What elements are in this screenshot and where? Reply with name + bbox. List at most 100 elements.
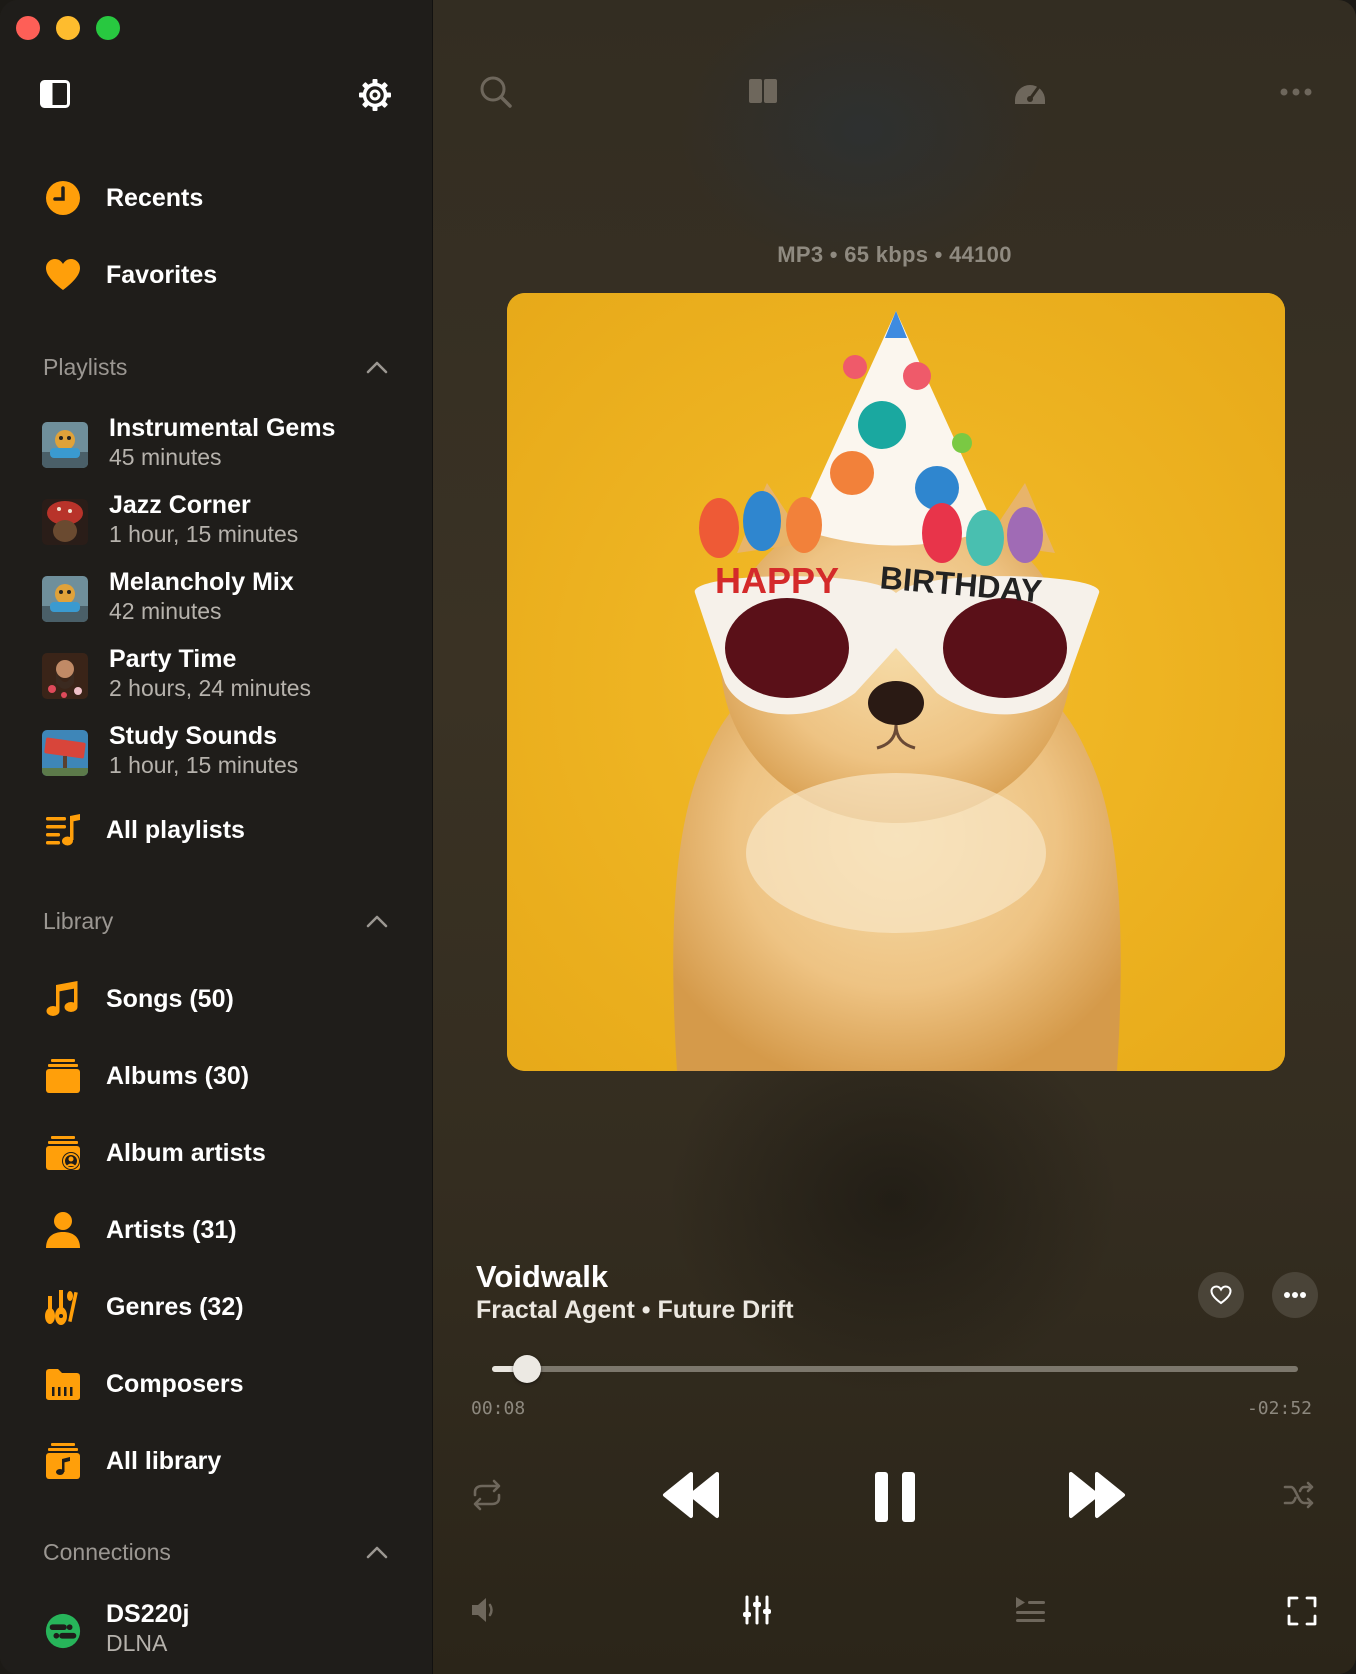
connections-section-header[interactable]: Connections [0,1533,432,1573]
piano-folder-icon [44,1365,82,1403]
remaining-time: -02:52 [1246,1398,1312,1419]
app-window: Recents Favorites Playlists Instrumental… [0,0,1356,1674]
heart-icon [44,256,82,294]
sidebar-item-songs[interactable]: Songs (50) [0,969,432,1029]
playlist-thumbnail [42,653,88,699]
library-section-header[interactable]: Library [0,902,432,942]
playlist-thumbnail [42,422,88,468]
gear-icon[interactable] [358,78,392,112]
pause-icon [875,1472,915,1522]
progress-knob[interactable] [513,1355,542,1383]
library-icon [44,1442,82,1480]
favorite-button[interactable] [1198,1272,1244,1318]
playlist-name: Jazz Corner [109,491,251,519]
playlists-section-header[interactable]: Playlists [0,348,432,388]
sidebar-item-label: Composers [106,1369,244,1398]
lyrics-book-icon[interactable] [743,72,783,112]
chevron-up-icon [366,915,388,928]
sidebar-item-label: Songs (50) [106,984,234,1013]
connection-name: DS220j [106,1600,190,1628]
sidebar-item-label: Artists (31) [106,1215,237,1244]
more-options-icon[interactable] [1276,72,1316,112]
connection-type: DLNA [106,1630,168,1656]
sidebar-item-label: All library [106,1446,222,1475]
elapsed-time: 00:08 [471,1398,526,1419]
player-panel: MP3 • 65 kbps • 44100 HAPPY BIRTHDAY Voi… [433,0,1356,1674]
sidebar-item-composers[interactable]: Composers [0,1354,432,1414]
clock-icon [44,179,82,217]
speaker-icon [472,1598,493,1622]
track-artist-album[interactable]: Fractal Agent • Future Drift [476,1296,794,1325]
speedometer-icon[interactable] [1010,72,1050,112]
playlist-item[interactable]: Jazz Corner 1 hour, 15 minutes [0,487,432,557]
close-window-button[interactable] [16,16,40,40]
playlist-item[interactable]: Party Time 2 hours, 24 minutes [0,641,432,711]
sidebar-item-label: Album artists [106,1138,266,1167]
playlist-duration: 45 minutes [109,444,222,470]
next-track-button[interactable] [1067,1470,1127,1525]
sidebar-item-label: Genres (32) [106,1292,244,1321]
network-server-icon [44,1612,82,1650]
playlist-duration: 1 hour, 15 minutes [109,752,299,778]
sidebar-item-all-library[interactable]: All library [0,1431,432,1491]
sidebar-item-genres[interactable]: Genres (32) [0,1277,432,1337]
expand-icon [1287,1596,1317,1626]
playlist-duration: 1 hour, 15 minutes [109,521,299,547]
sidebar-item-label: Favorites [106,260,218,289]
sidebar: Recents Favorites Playlists Instrumental… [0,0,433,1674]
chevron-up-icon [366,361,388,374]
playlist-thumbnail [42,730,88,776]
repeat-button[interactable] [470,1478,504,1517]
forward-icon [1069,1472,1125,1518]
equalizer-sliders-icon [743,1595,771,1625]
playlist-name: Instrumental Gems [109,414,336,442]
track-more-button[interactable] [1272,1272,1318,1318]
search-icon[interactable] [476,72,516,112]
repeat-icon [473,1479,501,1511]
volume-button[interactable] [469,1594,501,1631]
minimize-window-button[interactable] [56,16,80,40]
section-title: Playlists [43,354,128,380]
equalizer-button[interactable] [741,1594,773,1631]
audio-format-info: MP3 • 65 kbps • 44100 [777,242,1012,267]
playlist-item[interactable]: Melancholy Mix 42 minutes [0,564,432,634]
album-artwork: HAPPY BIRTHDAY [507,293,1285,1071]
queue-list-icon [1016,1597,1045,1622]
playlist-name: Study Sounds [109,722,278,750]
section-title: Connections [43,1539,171,1565]
playlist-item[interactable]: Instrumental Gems 45 minutes [0,410,432,480]
playlist-name: Party Time [109,645,237,673]
zoom-window-button[interactable] [96,16,120,40]
playlist-thumbnail [42,576,88,622]
connection-item-ds220j[interactable]: DS220j DLNA [0,1596,432,1666]
music-note-icon [44,980,82,1018]
backward-icon [663,1472,719,1518]
playlist-duration: 42 minutes [109,598,222,624]
sidebar-item-label: Albums (30) [106,1061,250,1090]
playlist-thumbnail [42,499,88,545]
playback-progress-bar[interactable] [492,1355,1298,1383]
queue-button[interactable] [1013,1594,1047,1631]
shuffle-button[interactable] [1282,1480,1316,1515]
person-icon [44,1211,82,1249]
sidebar-item-all-playlists[interactable]: All playlists [0,800,432,860]
heart-outline-icon [1210,1285,1232,1305]
previous-track-button[interactable] [661,1470,721,1525]
sidebar-item-label: Recents [106,183,204,212]
guitars-icon [44,1288,82,1326]
sidebar-item-artists[interactable]: Artists (31) [0,1200,432,1260]
sidebar-item-favorites[interactable]: Favorites [0,245,432,305]
track-title: Voidwalk [476,1259,609,1294]
playlist-duration: 2 hours, 24 minutes [109,675,312,701]
pause-button[interactable] [871,1470,919,1529]
playlist-icon [44,811,82,849]
sidebar-item-album-artists[interactable]: Album artists [0,1123,432,1183]
fullscreen-button[interactable] [1287,1596,1317,1631]
playlist-item[interactable]: Study Sounds 1 hour, 15 minutes [0,718,432,788]
sidebar-item-recents[interactable]: Recents [0,168,432,228]
ellipsis-icon [1284,1292,1306,1298]
sidebar-toggle-icon[interactable] [40,80,70,108]
section-title: Library [43,908,114,934]
sidebar-item-albums[interactable]: Albums (30) [0,1046,432,1106]
album-artist-icon [44,1134,82,1172]
